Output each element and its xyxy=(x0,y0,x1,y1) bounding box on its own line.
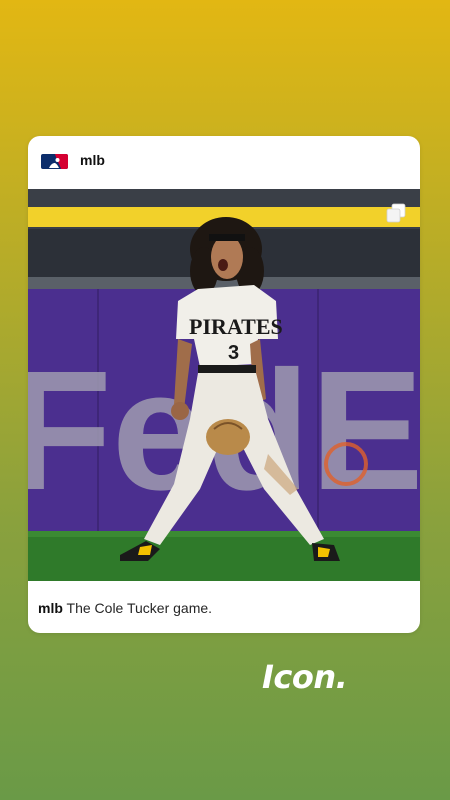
post-header: mlb xyxy=(28,136,420,189)
jersey-number: 3 xyxy=(228,342,239,364)
multiple-images-icon xyxy=(386,203,406,223)
caption-username[interactable]: mlb xyxy=(38,600,63,616)
post-username[interactable]: mlb xyxy=(80,152,105,168)
post-photo[interactable]: FedEx PIRATES 3 xyxy=(28,189,420,581)
story-post-card[interactable]: mlb FedEx xyxy=(28,136,420,633)
cole-tucker-photo: FedEx PIRATES 3 xyxy=(28,189,420,581)
mlb-logo-icon xyxy=(41,154,68,169)
post-caption: mlb The Cole Tucker game. xyxy=(38,600,212,616)
jersey-text: PIRATES xyxy=(189,314,283,339)
icon-text-sticker[interactable]: Icon. xyxy=(262,658,348,696)
caption-text: The Cole Tucker game. xyxy=(66,600,213,616)
